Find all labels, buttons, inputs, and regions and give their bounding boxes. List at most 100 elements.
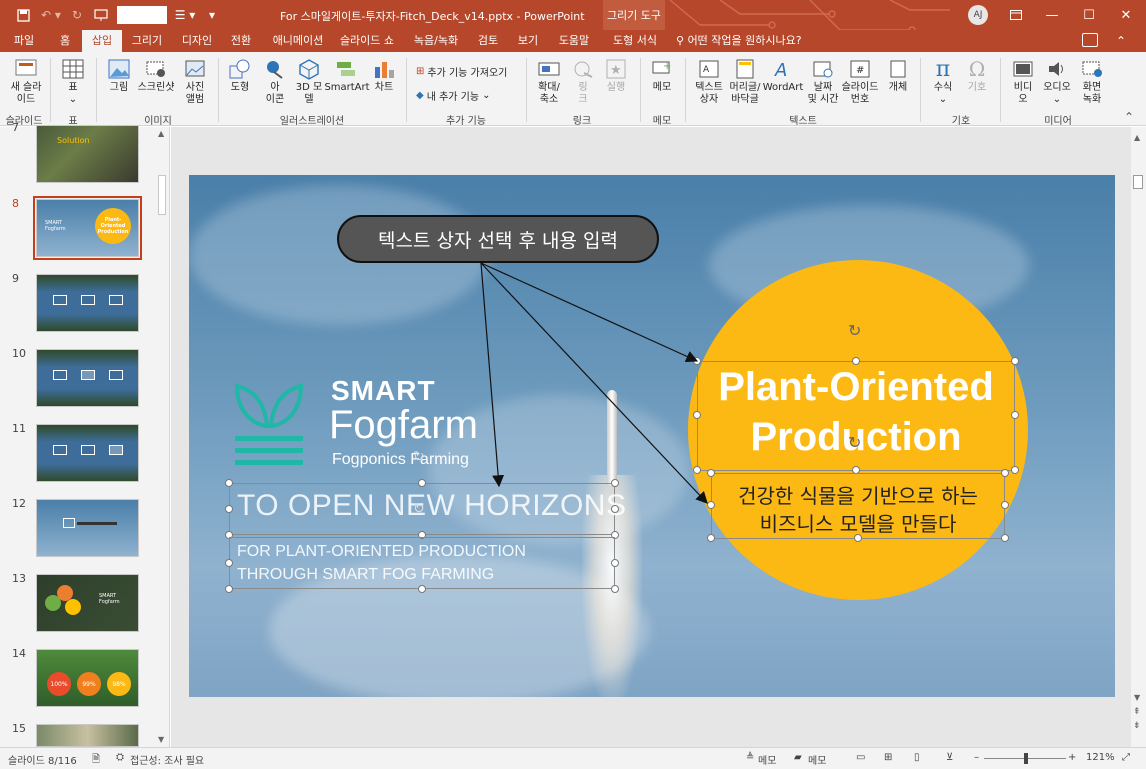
wordart-button[interactable]: A WordArt	[763, 56, 804, 94]
object-button[interactable]: 개체	[882, 56, 914, 94]
redo-icon[interactable]: ↻	[68, 6, 86, 24]
header-footer-button[interactable]: 머리글/ 바닥글	[728, 56, 762, 106]
tab-view[interactable]: 보기	[514, 30, 542, 52]
audio-button[interactable]: 오디오 ⌄	[1040, 56, 1074, 106]
slideshow-icon[interactable]: ⊻	[946, 752, 953, 763]
scroll-down-icon[interactable]: ▼	[158, 735, 164, 744]
photo-album-button[interactable]: 사진 앨범	[178, 56, 212, 106]
scroll-up-icon[interactable]: ▲	[158, 129, 164, 138]
maximize-icon[interactable]: ☐	[1071, 0, 1107, 30]
previous-slide-icon[interactable]: ⇞	[1133, 707, 1141, 717]
shapes-button[interactable]: 도형	[224, 56, 256, 94]
symbol-button[interactable]: Ω 기호	[962, 56, 992, 94]
screenshot-button[interactable]: 스크린샷	[136, 56, 176, 94]
slide-thumbnail-14[interactable]: 100% 99% 98%	[36, 649, 139, 707]
accessibility-icon[interactable]: ⛭	[116, 752, 124, 763]
tab-review[interactable]: 검토	[474, 30, 502, 52]
picture-button[interactable]: 그림	[104, 56, 134, 94]
comment-button[interactable]: + 메모	[646, 56, 678, 94]
thumbnail-scrollbar[interactable]: ▲ ▼	[155, 127, 168, 747]
editor-scrollbar[interactable]: ▲ ▼ ⇞ ⇟	[1131, 127, 1146, 747]
slide-thumbnail-10[interactable]	[36, 349, 139, 407]
thumb-box	[63, 518, 75, 528]
slide-canvas[interactable]: SMART Fogfarm Fogponics Farming ↻ TO OPE…	[189, 175, 1115, 697]
new-slide-label-2: 이드	[16, 94, 36, 105]
tab-record[interactable]: 녹음/녹화	[408, 30, 464, 52]
tab-file[interactable]: 파일	[8, 30, 40, 52]
minimize-icon[interactable]: —	[1034, 0, 1070, 30]
collapse-ribbon-icon[interactable]: ⌃	[1124, 110, 1134, 124]
group-comments-label: 메모	[652, 116, 672, 127]
line-spacing-icon[interactable]: ☰ ▾	[172, 6, 198, 24]
present-from-start-icon[interactable]	[92, 6, 110, 24]
tab-design[interactable]: 디자인	[178, 30, 216, 52]
undo-icon[interactable]: ↶ ▾	[38, 6, 64, 24]
star-icon: ★	[603, 56, 629, 82]
zoom-in-icon[interactable]: +	[1068, 752, 1076, 763]
close-icon[interactable]: ✕	[1108, 0, 1144, 30]
comments-icon[interactable]	[1082, 33, 1098, 47]
thumb-bar	[77, 522, 117, 525]
slide-thumbnail-15[interactable]	[36, 724, 139, 747]
zoom-level[interactable]: 121%	[1086, 752, 1115, 763]
tab-draw[interactable]: 그리기	[128, 30, 166, 52]
screen-recording-button[interactable]: 화면 녹화	[1076, 56, 1108, 106]
action-button[interactable]: ★ 실행	[602, 56, 630, 94]
smartart-button[interactable]: SmartArt	[324, 56, 370, 94]
tab-insert[interactable]: 삽입	[82, 30, 122, 52]
table-button[interactable]: 표 ⌄	[58, 56, 88, 106]
new-slide-button[interactable]: 새 슬라 이드	[8, 56, 44, 106]
tab-transitions[interactable]: 전환	[226, 30, 256, 52]
notes-button[interactable]: 메모	[758, 752, 776, 767]
spelling-icon[interactable]: 🗎	[92, 752, 100, 769]
save-icon[interactable]	[14, 6, 32, 24]
thumb-text: Solution	[57, 136, 90, 145]
tab-slideshow[interactable]: 슬라이드 쇼	[336, 30, 398, 52]
avatar[interactable]: AJ	[968, 5, 988, 25]
textbox-button[interactable]: A 텍스트 상자	[692, 56, 726, 106]
icons-icon	[262, 56, 288, 82]
zoom-out-icon[interactable]: –	[974, 752, 979, 763]
chart-button[interactable]: 차트	[370, 56, 398, 94]
fit-to-window-icon[interactable]: ⤢	[1122, 752, 1130, 763]
slide-thumbnail-9[interactable]	[36, 274, 139, 332]
zoom-slider-thumb[interactable]	[1024, 753, 1028, 764]
ribbon: 새 슬라 이드 슬라이드 표 ⌄ 표 그림 스크린샷 사진 앨범 이미지 도형 …	[0, 52, 1146, 127]
scrollbar-thumb[interactable]	[1133, 175, 1143, 189]
tell-me-search[interactable]: ⚲ 어떤 작업을 원하시나요?	[676, 30, 802, 52]
comments-button[interactable]: 메모	[808, 752, 826, 767]
scroll-up-icon[interactable]: ▲	[1134, 133, 1140, 142]
reading-view-icon[interactable]: ▯	[914, 752, 920, 763]
tab-help[interactable]: 도움말	[552, 30, 596, 52]
my-addins-button[interactable]: ◆ 내 추가 기능 ⌄	[416, 88, 490, 103]
tab-animations[interactable]: 애니메이션	[268, 30, 328, 52]
slide-thumbnail-11[interactable]	[36, 424, 139, 482]
customize-qat-icon[interactable]: ▾	[205, 6, 219, 24]
slide-thumbnail-8[interactable]: Plant-Oriented Production SMART Fogfarm	[33, 196, 142, 260]
shapes-icon	[227, 56, 253, 82]
slide-thumbnail-13[interactable]: SMART Fogfarm	[36, 574, 139, 632]
scroll-down-icon[interactable]: ▼	[1134, 693, 1140, 702]
date-time-button[interactable]: 날짜 및 시간	[804, 56, 842, 106]
3d-models-label-1: 3D 모	[295, 82, 323, 93]
tab-home[interactable]: 홈	[52, 30, 78, 52]
slide-sorter-icon[interactable]: ⊞	[884, 752, 892, 763]
video-button[interactable]: 비디 오	[1008, 56, 1038, 106]
link-button[interactable]: 링 크	[568, 56, 598, 106]
tab-shape-format[interactable]: 도형 서식	[606, 30, 664, 52]
slide-thumbnail-12[interactable]	[36, 499, 139, 557]
scrollbar-thumb[interactable]	[158, 175, 166, 215]
slide-thumbnail-7[interactable]: Solution	[36, 125, 139, 183]
ribbon-display-icon[interactable]	[998, 0, 1034, 30]
equation-button[interactable]: π 수식 ⌄	[926, 56, 960, 106]
font-size-box[interactable]	[117, 6, 167, 24]
3d-models-button[interactable]: 3D 모 델	[292, 56, 326, 106]
share-icon[interactable]: ⌃	[1116, 30, 1126, 52]
next-slide-icon[interactable]: ⇟	[1133, 721, 1141, 731]
zoom-button[interactable]: 확대/ 축소	[532, 56, 566, 106]
get-addins-button[interactable]: ⊞ 추가 기능 가져오기	[416, 64, 507, 79]
icons-button[interactable]: 아 이콘	[260, 56, 290, 106]
slide-number-button[interactable]: # 슬라이드 번호	[840, 56, 880, 106]
normal-view-icon[interactable]: ▭	[856, 752, 865, 763]
accessibility-status[interactable]: 접근성: 조사 필요	[130, 752, 204, 767]
